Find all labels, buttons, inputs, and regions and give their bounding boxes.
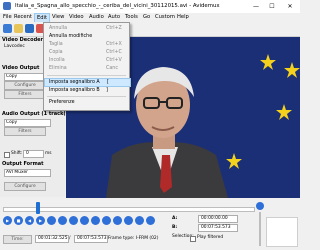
frame-type: Frame type: I-FRM (02) <box>108 236 159 241</box>
a-label: A: <box>172 216 178 221</box>
close-button[interactable]: ✕ <box>284 0 296 13</box>
menu-recent[interactable]: Recent <box>14 14 32 20</box>
menu-separator <box>47 96 126 97</box>
go-to-marker-a-icon[interactable] <box>135 216 144 225</box>
previous-black-frame-icon[interactable] <box>91 216 100 225</box>
shift-label: Shift: <box>11 151 23 156</box>
menu-item-annulla[interactable]: Annulla Ctrl+Z <box>44 25 129 33</box>
menu-help[interactable]: Help <box>177 14 189 20</box>
shift-input[interactable]: 0 <box>23 150 44 158</box>
volume-slider[interactable] <box>259 212 261 246</box>
shift-checkbox[interactable] <box>4 152 10 158</box>
next-frame-icon[interactable]: ▶ <box>36 216 45 225</box>
menu-separator <box>47 75 126 76</box>
window-title: Italia_e_Spagna_allo_specchio_-_ceriba_d… <box>15 3 220 9</box>
maximize-button[interactable]: ☐ <box>266 0 278 13</box>
shift-unit: ms <box>45 151 52 156</box>
audio-meter <box>266 217 298 247</box>
menu-item-taglia[interactable]: Taglia Ctrl+X <box>44 41 129 49</box>
time-separator: / <box>69 236 71 241</box>
audio-output-title: Audio Output (1 track(s)) <box>2 111 74 117</box>
play-icon[interactable]: ▶ <box>3 216 12 225</box>
video-decoder-title: Video Decoder <box>2 37 44 43</box>
edit-menu: Annulla Ctrl+Z Annulla modifiche Taglia Ct… <box>43 22 131 111</box>
output-format-title: Output Format <box>2 161 44 167</box>
play-filtered-label: Play filtered <box>197 235 224 240</box>
go-to-first-frame-icon[interactable] <box>113 216 122 225</box>
menu-view[interactable]: View <box>52 14 64 20</box>
folder-icon[interactable] <box>14 24 23 33</box>
menu-item-elimina[interactable]: Elimina Canc <box>44 65 129 73</box>
save-icon[interactable] <box>25 24 34 33</box>
menu-bar: File Recent Edit View Video Audio Auto T… <box>0 13 300 23</box>
volume-icon[interactable] <box>256 202 264 210</box>
b-label: B: <box>172 225 178 230</box>
menu-file[interactable]: File <box>3 14 12 20</box>
go-to-marker-b-icon[interactable] <box>146 216 155 225</box>
set-marker-a-icon[interactable] <box>69 216 78 225</box>
video-decoder-value: Lavcodec <box>4 44 25 49</box>
timeline-thumb[interactable] <box>36 202 40 214</box>
menu-tools[interactable]: Tools <box>125 14 138 20</box>
title-bar: Italia_e_Spagna_allo_specchio_-_ceriba_d… <box>0 0 300 14</box>
video-output-title: Video Output <box>2 65 40 71</box>
menu-item-preferenze[interactable]: Preferenze <box>44 99 129 107</box>
next-black-frame-icon[interactable] <box>102 216 111 225</box>
menu-item-incolla[interactable]: Incolla Ctrl+V <box>44 57 129 65</box>
audio-output-select[interactable]: Copy <box>4 119 51 127</box>
menu-auto[interactable]: Auto <box>108 14 120 20</box>
previous-keyframe-icon[interactable] <box>47 216 56 225</box>
play-filtered-checkbox[interactable] <box>190 236 196 242</box>
set-marker-b-icon[interactable] <box>80 216 89 225</box>
menu-video[interactable]: Video <box>69 14 84 20</box>
menu-go[interactable]: Go <box>143 14 150 20</box>
stop-icon[interactable]: ■ <box>14 216 23 225</box>
marker-a-value: 00:00:00.00 <box>198 215 238 223</box>
time-button[interactable]: Time: <box>3 235 32 244</box>
marker-b-value: 00:07:53.573 <box>198 224 238 232</box>
menu-item-annulla-modifiche[interactable]: Annulla modifiche <box>44 33 129 41</box>
minimize-button[interactable]: — <box>250 0 262 13</box>
bottom-controls: ▶ ■ ◀ ▶ A: 00:00:00.00 B: 00:07:53.573 S… <box>0 198 300 250</box>
timeline-slider[interactable] <box>3 207 255 212</box>
app-icon <box>3 2 11 10</box>
menu-item-imposta-segnalibro-b[interactable]: Imposta segnalibro B] <box>44 87 129 95</box>
menu-audio[interactable]: Audio <box>89 14 104 20</box>
video-configure-button[interactable]: Configure <box>4 81 46 90</box>
current-time-field[interactable]: 00:01:32.525 <box>35 235 69 243</box>
total-time-field: 00:07:53.573 <box>74 235 108 243</box>
go-to-last-frame-icon[interactable] <box>124 216 133 225</box>
open-file-icon[interactable] <box>3 24 12 33</box>
next-keyframe-icon[interactable] <box>58 216 67 225</box>
menu-custom[interactable]: Custom <box>155 14 175 20</box>
menu-item-copia[interactable]: Copia Ctrl+C <box>44 49 129 57</box>
output-format-select[interactable]: AVI Muxer <box>4 169 51 177</box>
previous-frame-icon[interactable]: ◀ <box>25 216 34 225</box>
audio-filters-button[interactable]: Filters <box>4 127 46 136</box>
menu-item-imposta-segnalibro-a[interactable]: Imposta segnalibro A[ <box>44 78 131 87</box>
video-filters-button[interactable]: Filters <box>4 90 46 99</box>
output-configure-button[interactable]: Configure <box>4 182 46 191</box>
